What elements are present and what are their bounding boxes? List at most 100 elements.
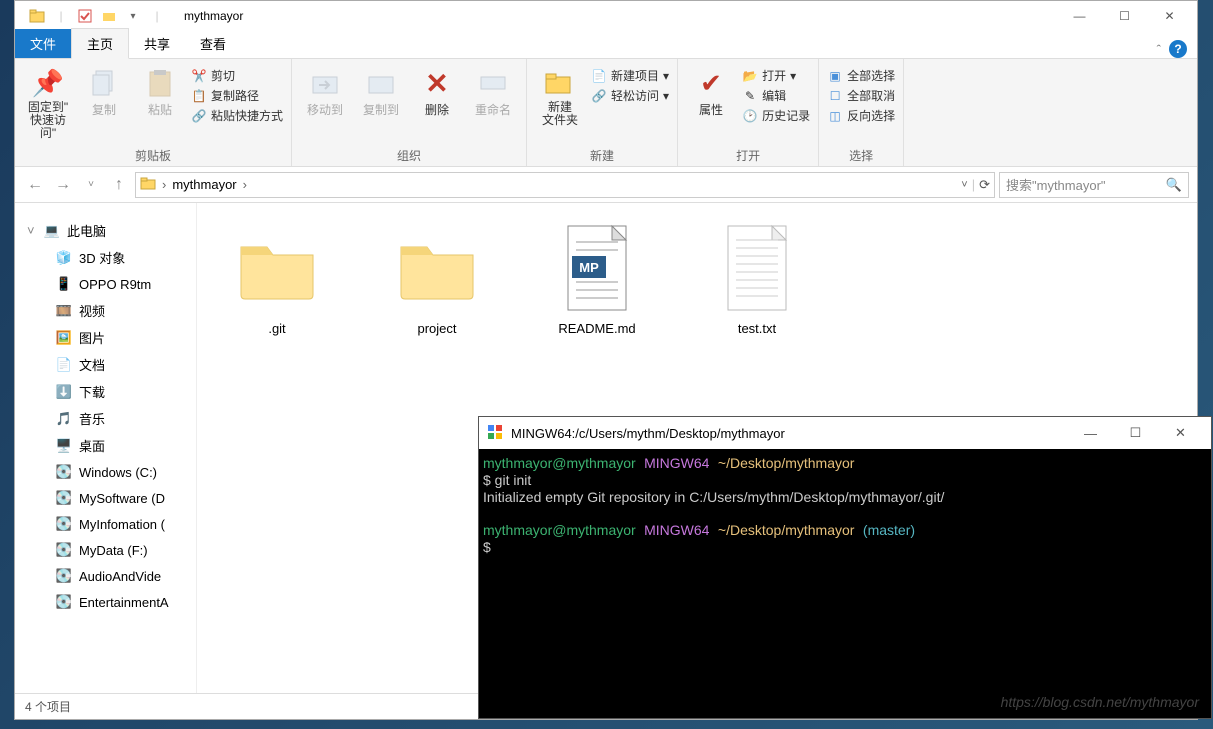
refresh-icon[interactable]: ⟳ <box>979 177 990 193</box>
pasteshortcut-button[interactable]: 🔗粘贴快捷方式 <box>191 107 283 124</box>
back-button[interactable]: ← <box>23 173 47 197</box>
term-close-button[interactable]: ✕ <box>1158 418 1203 448</box>
easyaccess-button[interactable]: 🔗轻松访问 ▾ <box>591 87 669 104</box>
sidebar-item-music[interactable]: 🎵音乐 <box>15 405 196 432</box>
sidebar-item-drive-g[interactable]: 💽AudioAndVide <box>15 563 196 589</box>
moveto-button[interactable]: 移动到 <box>300 63 350 118</box>
paste-icon <box>144 67 176 99</box>
documents-icon: 📄 <box>55 356 73 374</box>
disk-icon: 💽 <box>55 463 73 481</box>
newfolder-button[interactable]: 新建 文件夹 <box>535 63 585 127</box>
phone-icon: 📱 <box>55 275 73 293</box>
tab-view[interactable]: 查看 <box>185 29 241 58</box>
paste-button[interactable]: 粘贴 <box>135 63 185 118</box>
git-icon <box>487 424 503 443</box>
properties-button[interactable]: ✔属性 <box>686 63 736 118</box>
sidebar-item-video[interactable]: 🎞️视频 <box>15 297 196 324</box>
help-icon[interactable]: ? <box>1169 40 1187 58</box>
copyto-button[interactable]: 复制到 <box>356 63 406 118</box>
term-maximize-button[interactable]: ☐ <box>1113 418 1158 448</box>
easyaccess-icon: 🔗 <box>591 88 607 104</box>
file-label: .git <box>268 321 285 336</box>
invert-icon: ◫ <box>827 108 843 124</box>
delete-button[interactable]: ✕删除 <box>412 63 462 118</box>
video-icon: 🎞️ <box>55 302 73 320</box>
pin-quickaccess-button[interactable]: 📌 固定到" 快速访问" <box>23 63 73 141</box>
terminal-body[interactable]: mythmayor@mythmayor MINGW64 ~/Desktop/my… <box>479 449 1211 718</box>
sidebar-item-drive-e[interactable]: 💽MyInfomation ( <box>15 511 196 537</box>
terminal-title: MINGW64:/c/Users/mythm/Desktop/mythmayor <box>511 426 785 441</box>
ribbon-group-clipboard: 📌 固定到" 快速访问" 复制 粘贴 ✂️剪切 📋复制路径 🔗粘贴快捷方式 剪 <box>15 59 292 166</box>
navigation-pane[interactable]: ˅💻此电脑 🧊3D 对象 📱OPPO R9tm 🎞️视频 🖼️图片 📄文档 ⬇️… <box>15 203 197 693</box>
terminal-titlebar: MINGW64:/c/Users/mythm/Desktop/mythmayor… <box>479 417 1211 449</box>
selectall-icon: ▣ <box>827 68 843 84</box>
address-bar[interactable]: › mythmayor › ˅ | ⟳ <box>135 172 995 198</box>
checkbox-icon[interactable] <box>76 7 94 25</box>
sidebar-item-downloads[interactable]: ⬇️下载 <box>15 378 196 405</box>
edit-button[interactable]: ✎编辑 <box>742 87 810 104</box>
group-label-new: 新建 <box>535 145 669 164</box>
invert-button[interactable]: ◫反向选择 <box>827 107 895 124</box>
sidebar-item-drive-d[interactable]: 💽MySoftware (D <box>15 485 196 511</box>
folder-small-icon[interactable] <box>100 7 118 25</box>
minimize-button[interactable]: — <box>1057 1 1102 31</box>
copy-button[interactable]: 复制 <box>79 63 129 118</box>
selectnone-button[interactable]: ☐全部取消 <box>827 87 895 104</box>
svg-text:MP: MP <box>579 260 599 275</box>
forward-button[interactable]: → <box>51 173 75 197</box>
sidebar-item-drive-h[interactable]: 💽EntertainmentA <box>15 589 196 615</box>
search-input[interactable]: 搜索"mythmayor" 🔍 <box>999 172 1189 198</box>
sidebar-item-desktop[interactable]: 🖥️桌面 <box>15 432 196 459</box>
text-icon <box>712 223 802 313</box>
cut-button[interactable]: ✂️剪切 <box>191 67 283 84</box>
rename-button[interactable]: 重命名 <box>468 63 518 118</box>
sidebar-item-thispc[interactable]: ˅💻此电脑 <box>15 217 196 244</box>
recent-button[interactable]: ˅ <box>79 173 103 197</box>
open-button[interactable]: 📂打开 ▾ <box>742 67 810 84</box>
term-minimize-button[interactable]: — <box>1068 418 1113 448</box>
dropdown-icon[interactable]: ▾ <box>124 7 142 25</box>
close-button[interactable]: ✕ <box>1147 1 1192 31</box>
ribbon-group-select: ▣全部选择 ☐全部取消 ◫反向选择 选择 <box>819 59 904 166</box>
file-item-project[interactable]: project <box>377 223 497 336</box>
newitem-icon: 📄 <box>591 68 607 84</box>
folder-icon <box>140 175 156 194</box>
up-button[interactable]: ↑ <box>107 173 131 197</box>
file-item-git[interactable]: .git <box>217 223 337 336</box>
copyto-icon <box>365 67 397 99</box>
copypath-button[interactable]: 📋复制路径 <box>191 87 283 104</box>
sidebar-item-documents[interactable]: 📄文档 <box>15 351 196 378</box>
collapse-ribbon-icon[interactable]: ˆ <box>1157 42 1161 57</box>
tab-home[interactable]: 主页 <box>71 28 129 59</box>
status-text: 4 个项目 <box>25 698 71 715</box>
newfolder-icon <box>544 67 576 99</box>
selectall-button[interactable]: ▣全部选择 <box>827 67 895 84</box>
markdown-icon: MP <box>552 223 642 313</box>
sidebar-item-3d[interactable]: 🧊3D 对象 <box>15 244 196 271</box>
file-item-readme[interactable]: MP README.md <box>537 223 657 336</box>
sidebar-item-pictures[interactable]: 🖼️图片 <box>15 324 196 351</box>
breadcrumb-current[interactable]: mythmayor <box>172 177 236 192</box>
search-icon[interactable]: 🔍 <box>1166 177 1182 193</box>
sidebar-item-phone[interactable]: 📱OPPO R9tm <box>15 271 196 297</box>
pin-icon: 📌 <box>32 67 64 99</box>
file-item-test[interactable]: test.txt <box>697 223 817 336</box>
tab-share[interactable]: 共享 <box>129 29 185 58</box>
titlebar: | ▾ | mythmayor — ☐ ✕ <box>15 1 1197 31</box>
maximize-button[interactable]: ☐ <box>1102 1 1147 31</box>
tab-file[interactable]: 文件 <box>15 29 71 58</box>
chevron-right-icon[interactable]: › <box>162 177 166 192</box>
expand-icon[interactable]: ˅ <box>27 223 37 238</box>
search-placeholder: 搜索"mythmayor" <box>1006 175 1106 194</box>
sidebar-item-drive-c[interactable]: 💽Windows (C:) <box>15 459 196 485</box>
dropdown-icon[interactable]: ˅ <box>961 179 967 191</box>
history-button[interactable]: 🕑历史记录 <box>742 107 810 124</box>
newitem-button[interactable]: 📄新建项目 ▾ <box>591 67 669 84</box>
folder-icon <box>28 7 46 25</box>
group-label-clipboard: 剪贴板 <box>23 145 283 164</box>
disk-icon: 💽 <box>55 489 73 507</box>
sidebar-item-drive-f[interactable]: 💽MyData (F:) <box>15 537 196 563</box>
chevron-right-icon[interactable]: › <box>243 177 247 192</box>
pc-icon: 💻 <box>43 222 61 240</box>
pictures-icon: 🖼️ <box>55 329 73 347</box>
